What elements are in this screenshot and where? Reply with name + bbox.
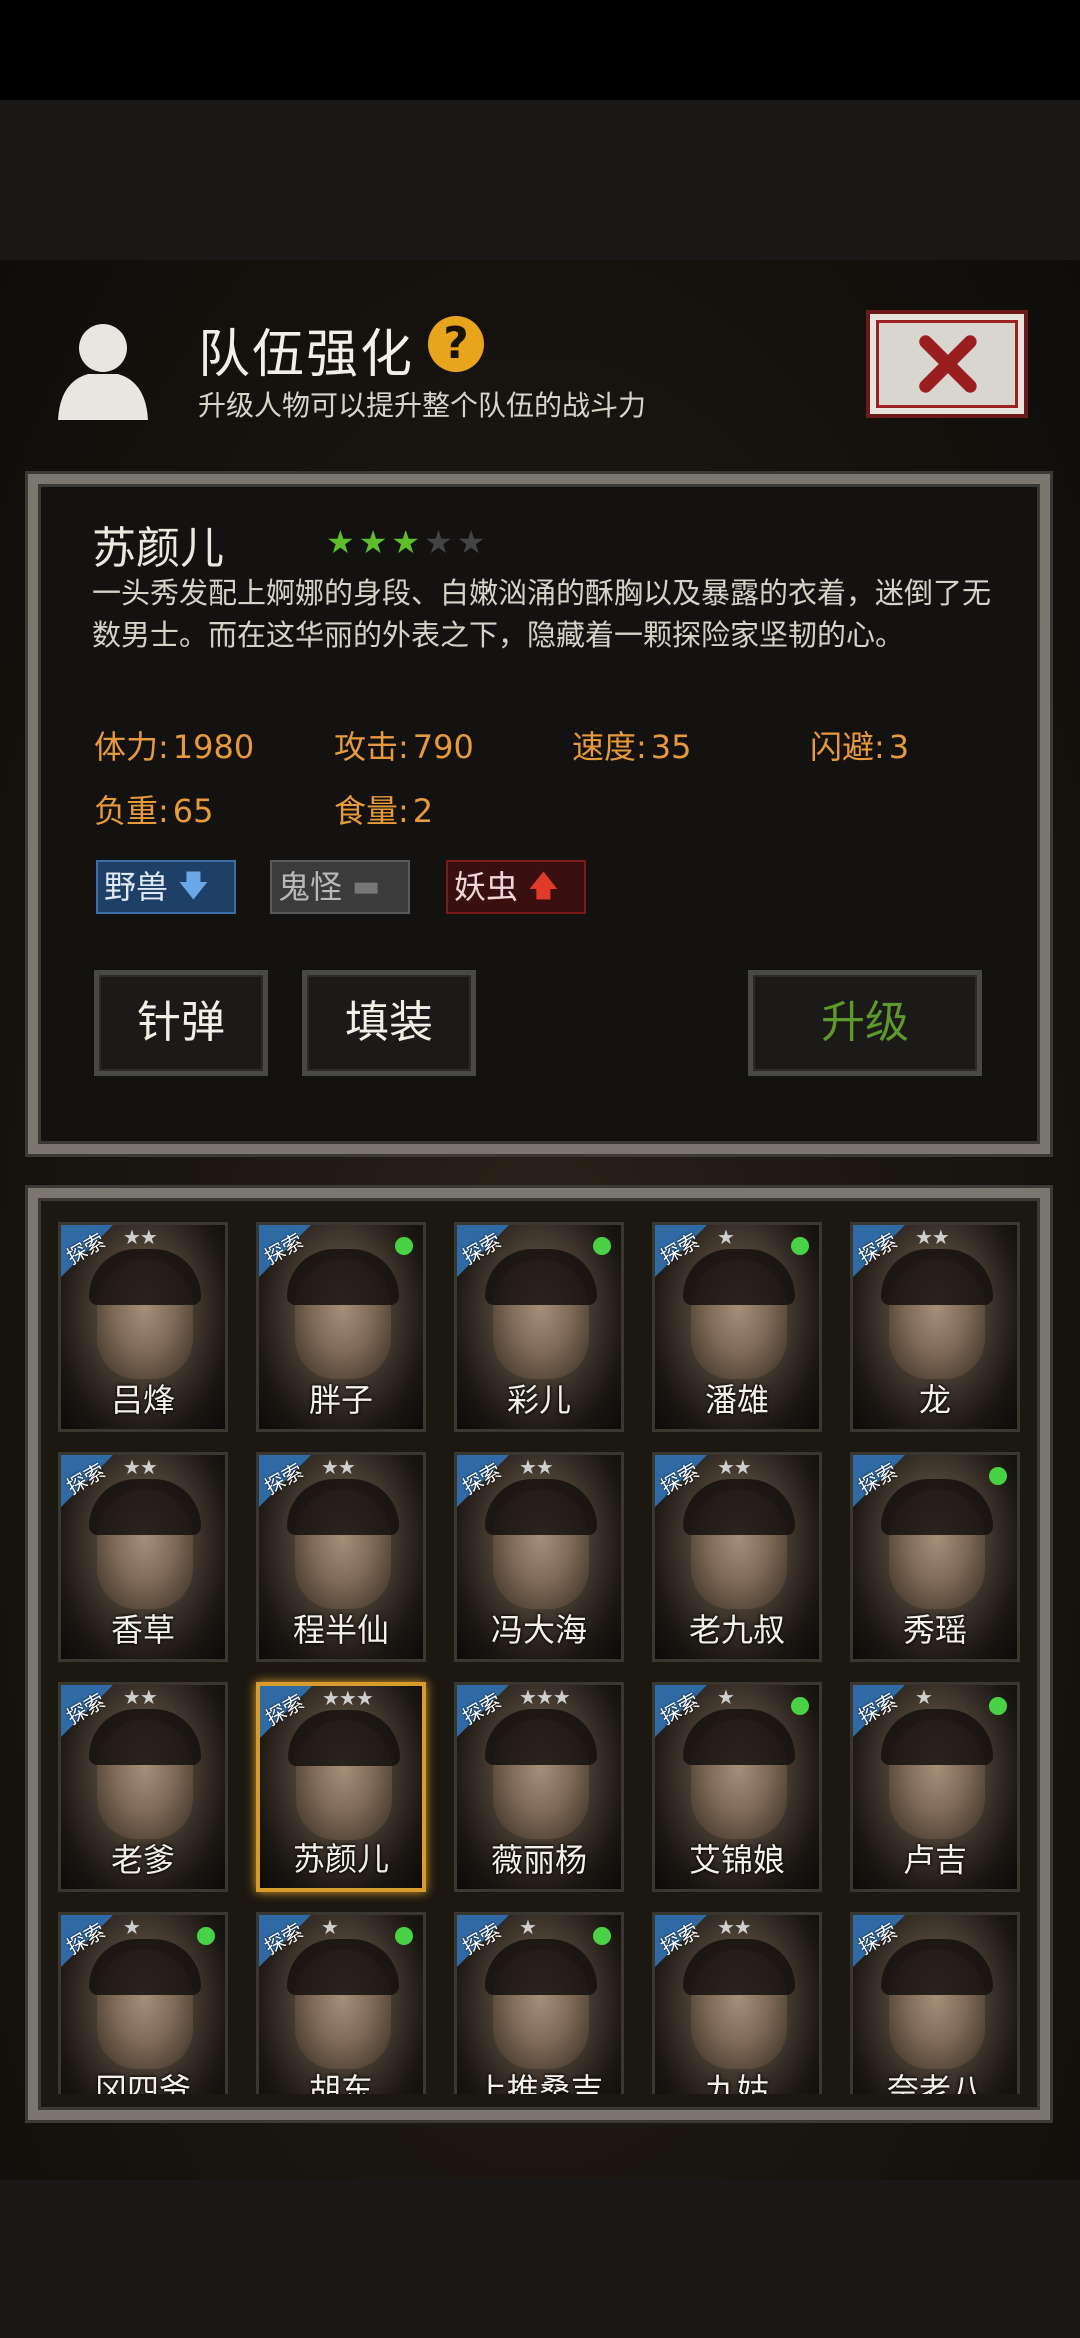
character-card[interactable]: 探索 ★★ 香草 [58,1452,228,1662]
character-card[interactable]: 探索 奈老八 [850,1912,1020,2094]
character-card[interactable]: 探索 ★★★ 苏颜儿 [256,1682,426,1892]
card-stars: ★★ [123,1455,158,1479]
card-name: 上推桑吉 [474,2071,603,2094]
card-name: 卢吉 [902,1841,967,1879]
character-card[interactable]: 探索 ★★ 吕烽 [58,1222,228,1432]
card-name: 老九叔 [688,1611,785,1649]
character-stars: ★ ★ ★ ★ ★ [326,526,485,558]
dash-icon: ▬ [352,869,381,904]
card-stars: ★ [717,1225,735,1249]
character-list[interactable]: 探索 ★★ 吕烽 探索 胖子 探索 彩儿 探索 ★ 潘雄 探索 ★★ 龙探索 ★★ 香草 探索 ★★ 程半仙 探索 ★… [58,1222,1028,2094]
page-subtitle: 升级人物可以提升整个队伍的战斗力 [198,389,647,422]
stat-load: 负重: 65 [94,792,214,830]
available-dot-icon [791,1697,809,1715]
character-card[interactable]: 探索 ★★★ 薇丽杨 [454,1682,624,1892]
character-card[interactable]: 探索 ★★ 龙 [850,1222,1020,1432]
stat-attack: 攻击: 790 [334,728,474,766]
available-dot-icon [989,1697,1007,1715]
card-stars: ★ [519,1915,537,1939]
character-card[interactable]: 探索 ★ 上推桑吉 [454,1912,624,2094]
character-card[interactable]: 探索 ★ 艾锦娘 [652,1682,822,1892]
character-card[interactable]: 探索 ★★ 老爹 [58,1682,228,1892]
arrow-up-icon: 🡅 [528,869,559,904]
character-card[interactable]: 探索 ★★ 冯大海 [454,1452,624,1662]
status-bar [0,0,1080,100]
card-name: 胡东 [308,2071,373,2094]
card-name: 胖子 [308,1381,373,1419]
card-stars: ★★ [717,1455,752,1479]
help-icon[interactable]: ? [428,316,484,372]
card-name: 潘雄 [704,1381,769,1419]
card-name: 艾锦娘 [688,1841,785,1879]
card-stars: ★ [123,1915,141,1939]
card-stars: ★★ [321,1455,356,1479]
card-name: 彩儿 [506,1381,571,1419]
card-name: 奈老八 [886,2071,983,2094]
available-dot-icon [197,1927,215,1945]
character-card[interactable]: 探索 胖子 [256,1222,426,1432]
close-icon [919,335,977,393]
bottom-band [0,2180,1080,2338]
star-filled-icon: ★ [358,523,388,561]
available-dot-icon [395,1237,413,1255]
character-card[interactable]: 探索 秀瑶 [850,1452,1020,1662]
card-name: 九姑 [704,2071,769,2094]
card-stars: ★ [915,1685,933,1709]
available-dot-icon [395,1927,413,1945]
character-card[interactable]: 探索 彩儿 [454,1222,624,1432]
character-card[interactable]: 探索 ★ 卢吉 [850,1682,1020,1892]
character-card[interactable]: 探索 ★★ 程半仙 [256,1452,426,1662]
character-description: 一头秀发配上婀娜的身段、白嫩汹涌的酥胸以及暴露的衣着，迷倒了无数男士。而在这华丽… [92,576,992,652]
card-stars: ★ [321,1915,339,1939]
tag-insect: 妖虫 🡅 [446,860,586,914]
stat-stamina: 体力: 1980 [94,728,255,766]
card-name: 冈四爷 [94,2071,191,2094]
arrow-down-icon: 🡇 [178,869,209,904]
card-stars: ★★ [915,1225,950,1249]
character-card[interactable]: 探索 ★ 潘雄 [652,1222,822,1432]
stat-food: 食量: 2 [334,792,434,830]
card-name: 老爹 [110,1841,175,1879]
card-name: 龙 [918,1381,951,1419]
available-dot-icon [593,1237,611,1255]
character-card[interactable]: 探索 ★ 冈四爷 [58,1912,228,2094]
tag-ghost: 鬼怪 ▬ [270,860,410,914]
page-title: 队伍强化 [198,325,415,385]
character-name: 苏颜儿 [92,523,224,574]
card-name: 苏颜儿 [292,1840,389,1878]
card-stars: ★★★ [322,1686,374,1710]
character-card[interactable]: 探索 ★ 胡东 [256,1912,426,2094]
needle-button[interactable]: 针弹 [94,970,268,1076]
tag-beast: 野兽 🡇 [96,860,236,914]
reload-button[interactable]: 填装 [302,970,476,1076]
card-name: 薇丽杨 [490,1841,587,1879]
star-empty-icon: ★ [456,523,486,561]
card-stars: ★★ [519,1455,554,1479]
star-filled-icon: ★ [326,523,355,561]
star-filled-icon: ★ [391,523,421,561]
available-dot-icon [791,1237,809,1255]
close-button[interactable] [866,310,1028,418]
card-stars: ★★ [123,1685,158,1709]
card-stars: ★ [717,1685,735,1709]
card-name: 香草 [110,1611,175,1649]
character-card[interactable]: 探索 ★★ 老九叔 [652,1452,822,1662]
card-name: 程半仙 [292,1611,389,1649]
upgrade-button[interactable]: 升级 [748,970,982,1076]
card-stars: ★★ [123,1225,158,1249]
card-name: 秀瑶 [902,1611,967,1649]
top-band [0,100,1080,260]
card-name: 冯大海 [490,1611,587,1649]
card-stars: ★★★ [519,1685,571,1709]
user-silhouette-icon [48,312,158,422]
card-name: 吕烽 [110,1381,175,1419]
card-stars: ★★ [717,1915,752,1939]
character-card[interactable]: 探索 ★★ 九姑 [652,1912,822,2094]
star-empty-icon: ★ [424,523,453,561]
stat-speed: 速度: 35 [572,728,692,766]
stat-dodge: 闪避: 3 [810,728,910,766]
available-dot-icon [593,1927,611,1945]
available-dot-icon [989,1467,1007,1485]
